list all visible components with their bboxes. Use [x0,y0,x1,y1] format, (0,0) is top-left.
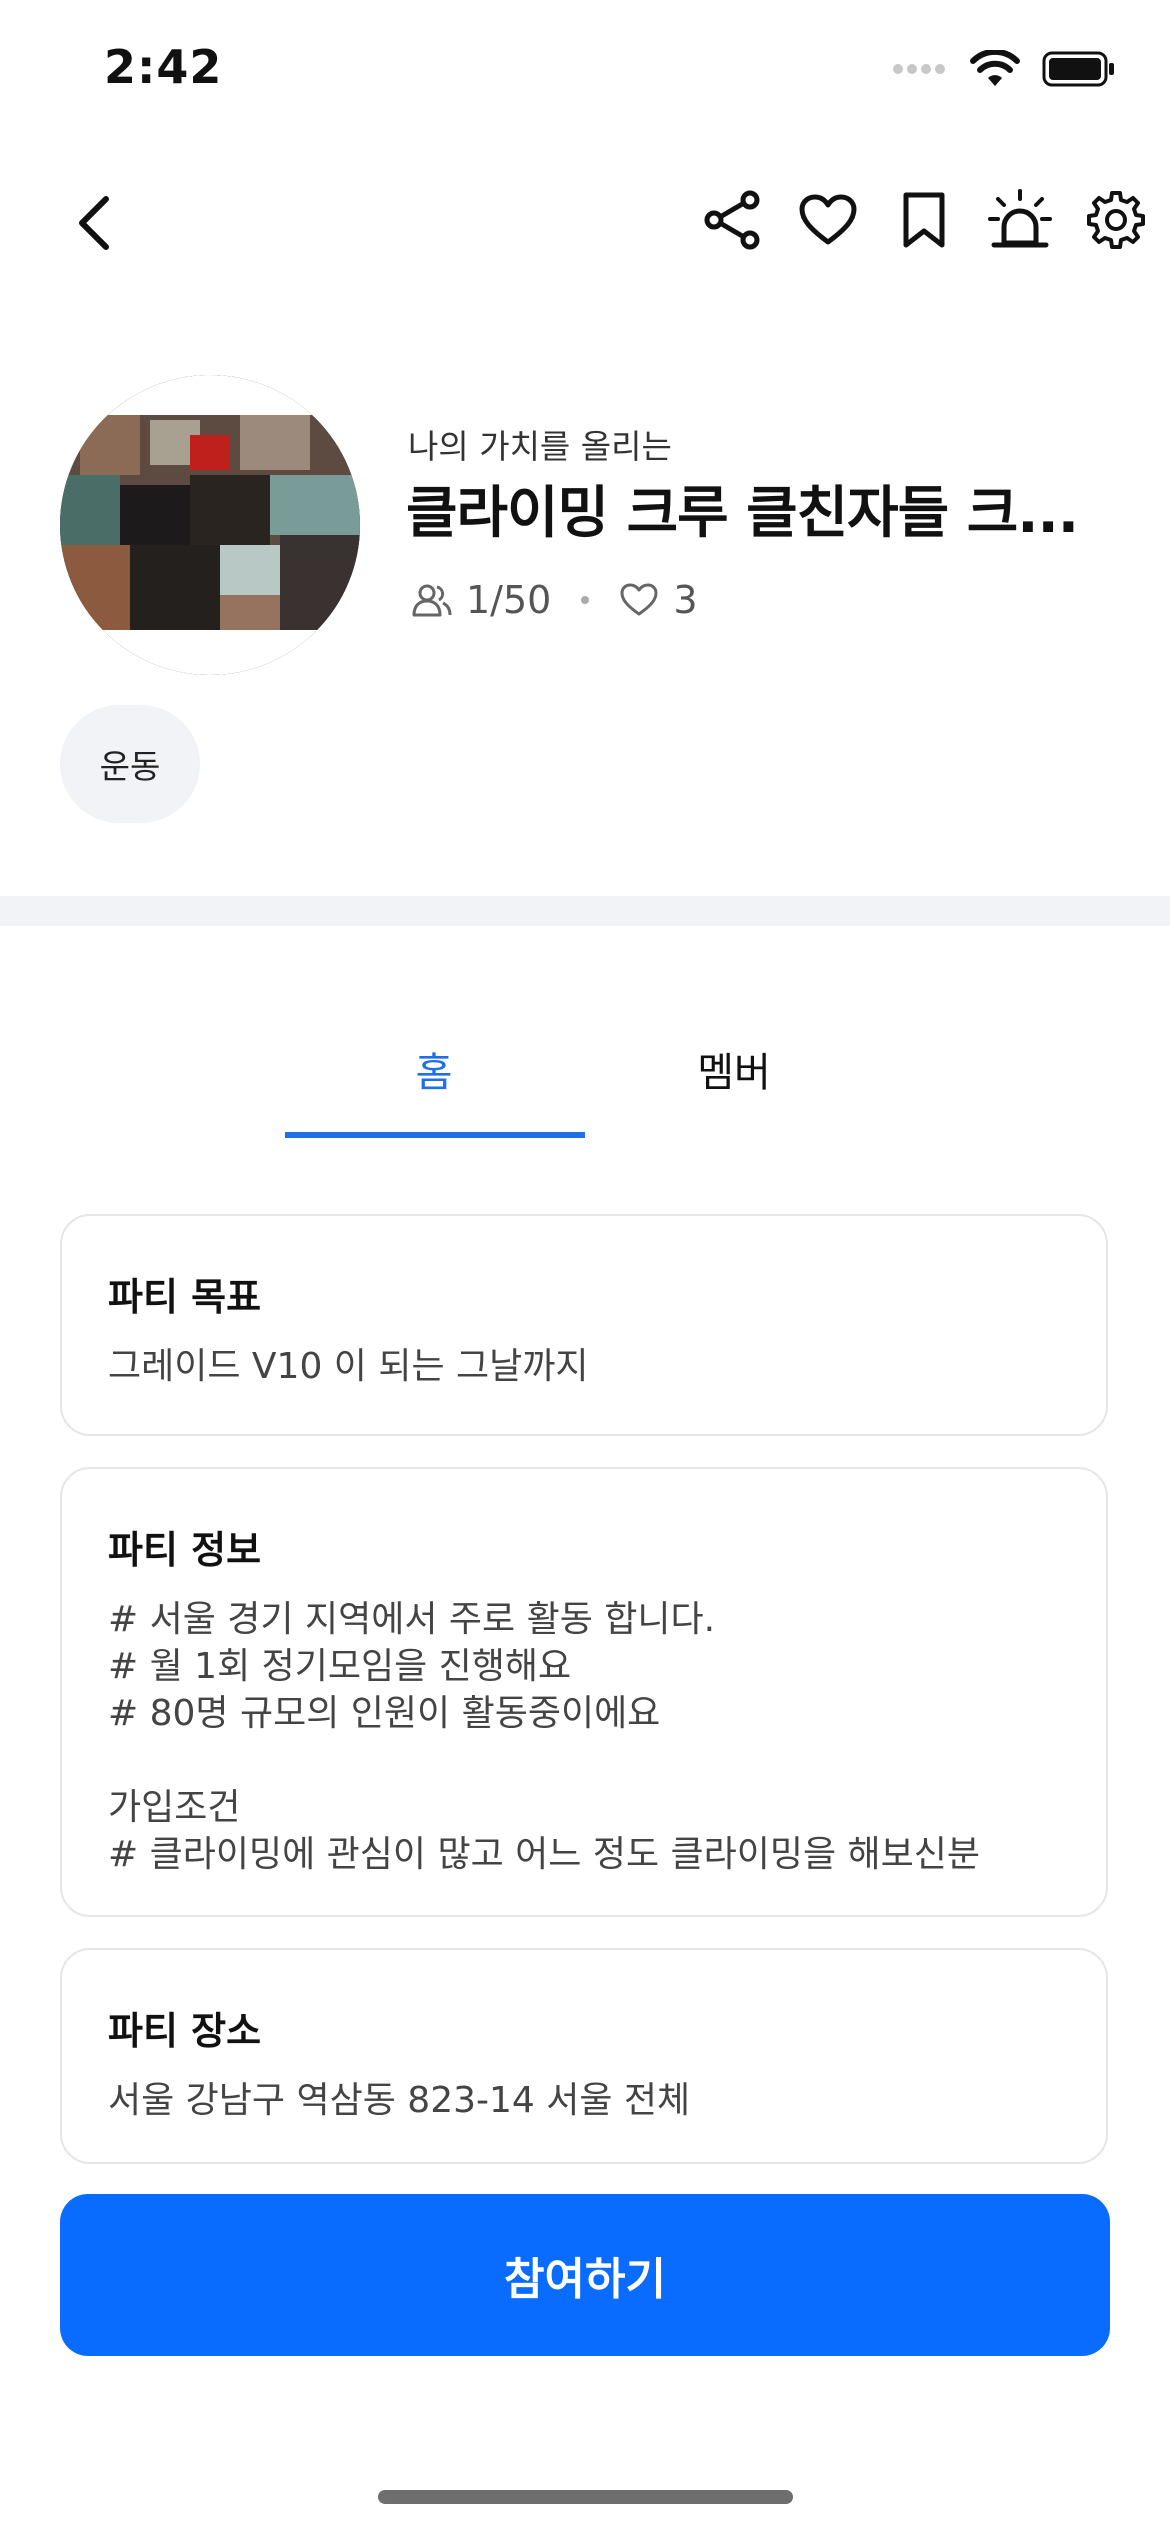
likes-count: 3 [673,578,698,622]
members-count: 1/50 [466,578,552,622]
toolbar [696,180,1152,260]
heart-icon [799,194,857,245]
back-icon [79,196,109,250]
party-goal-card: 파티 목표 그레이드 V10 이 되는 그날까지 [60,1214,1108,1436]
signal-icon [893,64,945,74]
likes-heart-icon [620,583,658,616]
tab-home[interactable]: 홈 [284,1040,584,1098]
bookmark-icon [903,192,945,248]
bookmark-button[interactable] [888,180,960,260]
party-goal-title: 파티 목표 [108,1275,262,1319]
members-icon [412,584,452,617]
share-button[interactable] [696,180,768,260]
settings-button[interactable] [1080,180,1152,260]
party-avatar [60,375,360,675]
siren-icon [988,189,1052,248]
section-divider [0,896,1170,926]
party-subtitle: 나의 가치를 올리는 [408,427,672,466]
party-location-text: 서울 강남구 역삼동 823-14 서울 전체 [108,2080,691,2121]
join-button[interactable]: 참여하기 [60,2194,1110,2356]
status-time: 2:42 [104,40,223,94]
tab-members[interactable]: 멤버 [584,1040,884,1098]
tab-active-indicator [285,1132,585,1138]
back-button[interactable] [64,188,124,258]
report-button[interactable] [984,180,1056,260]
separator-dot [581,596,590,604]
party-location-card: 파티 장소 서울 강남구 역삼동 823-14 서울 전체 [60,1948,1108,2164]
wifi-icon [970,50,1020,86]
party-title: 클라이밍 크루 클친자들 크... [406,481,1079,546]
like-button[interactable] [792,180,864,260]
gear-icon [1087,191,1145,249]
party-goal-text: 그레이드 V10 이 되는 그날까지 [108,1346,589,1387]
status-indicators [892,50,1116,88]
share-icon [704,190,760,250]
party-stats: 1/50 3 [412,578,698,622]
party-info-card: 파티 정보 # 서울 경기 지역에서 주로 활동 합니다. # 월 1회 정기모… [60,1467,1108,1917]
party-location-title: 파티 장소 [108,2009,262,2053]
party-info-text: # 서울 경기 지역에서 주로 활동 합니다. # 월 1회 정기모임을 진행해… [108,1599,981,1875]
category-tag[interactable]: 운동 [60,705,200,823]
party-info-title: 파티 정보 [108,1528,262,1572]
battery-icon [1042,51,1114,87]
avatar-image [60,375,360,675]
home-indicator[interactable] [378,2490,793,2504]
